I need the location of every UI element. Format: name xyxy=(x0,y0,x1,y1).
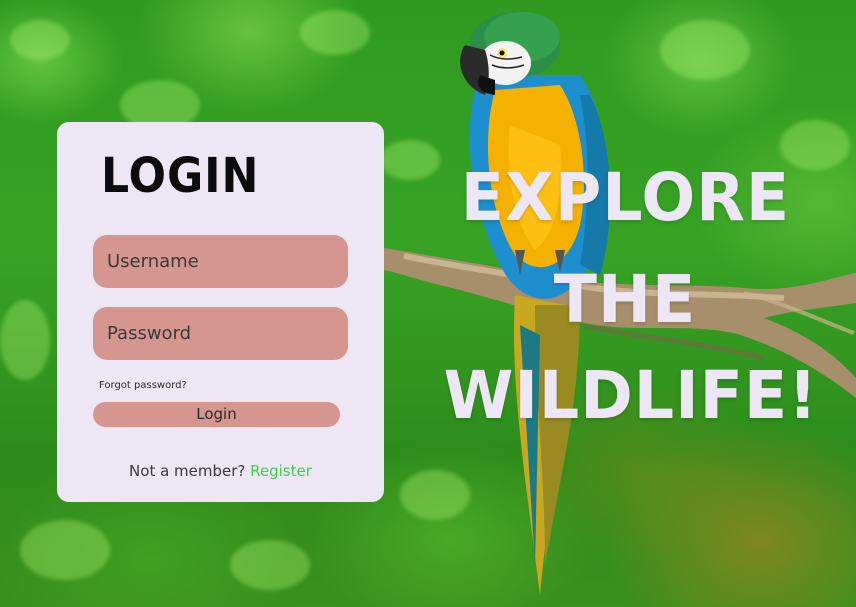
username-input[interactable] xyxy=(93,235,348,288)
login-title: LOGIN xyxy=(101,148,260,204)
register-prompt: Not a member? xyxy=(129,462,246,480)
foliage-highlight xyxy=(380,140,440,180)
register-row: Not a member? Register xyxy=(57,462,384,480)
password-input[interactable] xyxy=(93,307,348,360)
foliage-highlight xyxy=(300,10,370,55)
headline-wildlife: WILDLIFE! xyxy=(443,357,818,434)
login-button[interactable]: Login xyxy=(93,402,340,427)
foliage-highlight xyxy=(20,520,110,580)
foliage-highlight xyxy=(660,20,750,80)
forgot-password-link[interactable]: Forgot password? xyxy=(99,380,187,391)
foliage-highlight xyxy=(0,300,50,380)
foliage-highlight xyxy=(780,120,850,170)
register-link[interactable]: Register xyxy=(250,462,312,480)
foliage-highlight xyxy=(230,540,310,590)
login-card: LOGIN Forgot password? Login Not a membe… xyxy=(57,122,384,502)
headline-explore: EXPLORE xyxy=(460,159,791,236)
foliage-highlight xyxy=(10,20,70,60)
headline-the: THE xyxy=(553,261,697,338)
